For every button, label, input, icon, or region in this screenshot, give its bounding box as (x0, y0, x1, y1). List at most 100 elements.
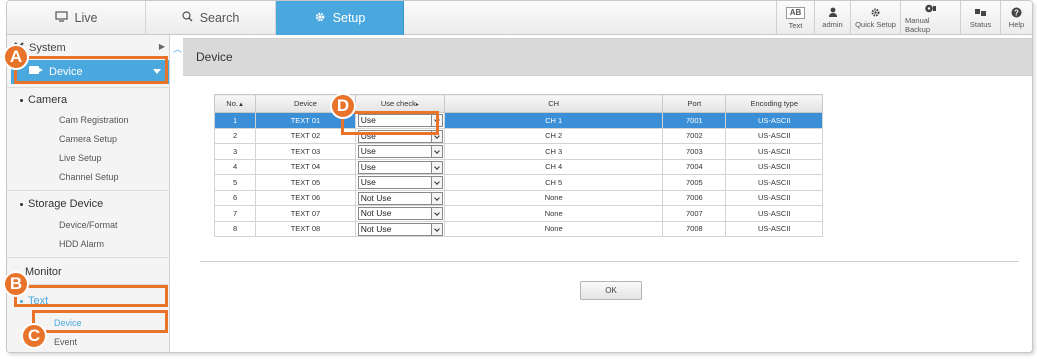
table-row[interactable]: 1 TEXT 01 Use CH 1 7001 US-ASCII (213, 112, 823, 129)
tab-setup[interactable]: Setup (276, 1, 404, 35)
toolbar: AB Text admin Quick Setup Manual Backup (776, 1, 1032, 35)
cell-device: TEXT 03 (255, 143, 356, 160)
sidebar-item-device-format[interactable]: Device/Format (59, 220, 118, 230)
sidebar-item-hdd-alarm[interactable]: HDD Alarm (59, 239, 104, 249)
cell-use: Use (354, 127, 446, 144)
cell-no: 7 (213, 205, 257, 222)
sidebar-item-camera-setup[interactable]: Camera Setup (59, 134, 117, 144)
help-button[interactable]: ? Help (1000, 1, 1032, 35)
sidebar-item-live-setup[interactable]: Live Setup (59, 153, 102, 163)
cell-ch: None (444, 205, 664, 222)
text-tool-label: Text (788, 20, 803, 30)
monitor-icon (54, 11, 68, 25)
cell-ch: CH 3 (444, 143, 664, 160)
cell-ch: CH 2 (444, 127, 664, 144)
sidebar-item-device[interactable]: Device (11, 60, 169, 84)
cell-encoding: US-ASCII (725, 158, 823, 175)
cell-use: Not Use (354, 220, 446, 237)
cell-no: 8 (213, 220, 257, 237)
cell-ch: CH 4 (444, 158, 664, 175)
use-select[interactable]: Use (357, 114, 444, 127)
quick-setup-button[interactable]: Quick Setup (850, 1, 900, 35)
cell-port: 7004 (662, 158, 727, 175)
cell-encoding: US-ASCII (725, 143, 823, 160)
use-select[interactable]: Use (357, 160, 444, 174)
cell-ch: None (444, 189, 664, 206)
status-button[interactable]: Status (960, 1, 1000, 35)
cell-device: TEXT 06 (255, 189, 356, 206)
cell-port: 7003 (662, 143, 727, 160)
table-row[interactable]: 3 TEXT 03 Use CH 3 7003 US-ASCII (213, 143, 823, 160)
table-row[interactable]: 4 TEXT 04 Use CH 4 7004 US-ASCII (213, 158, 823, 175)
divider (7, 284, 170, 285)
use-select[interactable]: Not Use (357, 222, 444, 236)
cell-encoding: US-ASCII (725, 174, 823, 191)
tab-live[interactable]: Live (7, 1, 146, 35)
quick-setup-label: Quick Setup (855, 20, 896, 29)
sidebar-item-monitor[interactable]: Monitor (25, 266, 62, 278)
text-ab-icon: AB (785, 6, 806, 19)
use-select-value: Not Use (360, 192, 392, 203)
ok-button[interactable]: OK (580, 281, 642, 300)
cell-no: 2 (213, 127, 257, 144)
cell-use: Use (354, 112, 446, 129)
chevron-down-icon (431, 223, 443, 235)
table-row[interactable]: 7 TEXT 07 Not Use None 7007 US-ASCII (213, 205, 823, 222)
sidebar-item-channel-setup[interactable]: Channel Setup (59, 172, 119, 182)
use-select[interactable]: Not Use (357, 207, 444, 220)
backup-icon (924, 3, 937, 16)
chevron-down-icon (431, 208, 443, 219)
sidebar-item-text-event[interactable]: Event (54, 337, 77, 347)
divider (200, 261, 1019, 262)
sidebar-item-system[interactable]: System ▶ (7, 37, 170, 59)
cell-no: 5 (213, 174, 257, 191)
column-header-no[interactable]: No.▲ (213, 94, 257, 113)
table-row[interactable]: 5 TEXT 05 Use CH 5 7005 US-ASCII (213, 174, 823, 191)
collapse-chevron-up-icon[interactable]: ︿ (173, 42, 182, 55)
sidebar-group-text[interactable]: Text (20, 295, 48, 307)
admin-button[interactable]: admin (814, 1, 850, 35)
sidebar-item-device-label: Device (49, 66, 83, 78)
cell-device: TEXT 08 (255, 220, 356, 237)
cell-port: 7007 (662, 205, 727, 222)
cell-device: TEXT 02 (255, 127, 356, 144)
page-title: Device (183, 38, 1032, 76)
cell-use: Use (354, 174, 446, 191)
column-header-port: Port (662, 94, 727, 113)
quick-setup-icon (870, 7, 881, 20)
use-select-value: Use (360, 130, 376, 141)
column-header-encoding: Encoding type (725, 94, 823, 113)
use-select[interactable]: Not Use (357, 191, 444, 205)
use-select-value: Use (360, 146, 376, 156)
manual-backup-button[interactable]: Manual Backup (900, 1, 960, 35)
search-icon (182, 11, 193, 25)
table-row[interactable]: 2 TEXT 02 Use CH 2 7002 US-ASCII (213, 127, 823, 144)
divider (7, 257, 170, 258)
use-select[interactable]: Use (357, 129, 444, 143)
manual-backup-label: Manual Backup (905, 15, 931, 34)
cell-device: TEXT 07 (255, 205, 356, 222)
cell-port: 7008 (662, 220, 727, 237)
table-row[interactable]: 6 TEXT 06 Not Use None 7006 US-ASCII (213, 189, 823, 206)
sidebar-item-text-device[interactable]: Device (54, 318, 82, 328)
cell-device: TEXT 04 (255, 158, 356, 175)
cell-port: 7006 (662, 189, 727, 206)
callout-badge-c: C (21, 323, 47, 349)
top-bar: Live Search Setup AB Text admin Quick Se… (7, 1, 1032, 35)
column-header-ch: CH (444, 94, 664, 113)
use-select[interactable]: Use (357, 145, 444, 158)
sidebar: System ▶ Device Camera Cam Registration … (7, 35, 170, 352)
column-header-no-label: No. (226, 99, 238, 108)
chevron-down-icon (431, 192, 443, 204)
tab-search[interactable]: Search (146, 1, 276, 35)
cell-use: Use (354, 158, 446, 175)
use-select[interactable]: Use (357, 176, 444, 189)
tab-search-label: Search (199, 11, 240, 25)
cell-no: 1 (213, 112, 257, 129)
cell-no: 6 (213, 189, 257, 206)
text-tool-button[interactable]: AB Text (776, 1, 814, 35)
column-header-use-check[interactable]: Use check▸ (354, 94, 446, 113)
sidebar-group-camera: Camera (20, 94, 67, 106)
table-row[interactable]: 8 TEXT 08 Not Use None 7008 US-ASCII (213, 220, 823, 237)
sidebar-item-cam-registration[interactable]: Cam Registration (59, 115, 129, 125)
